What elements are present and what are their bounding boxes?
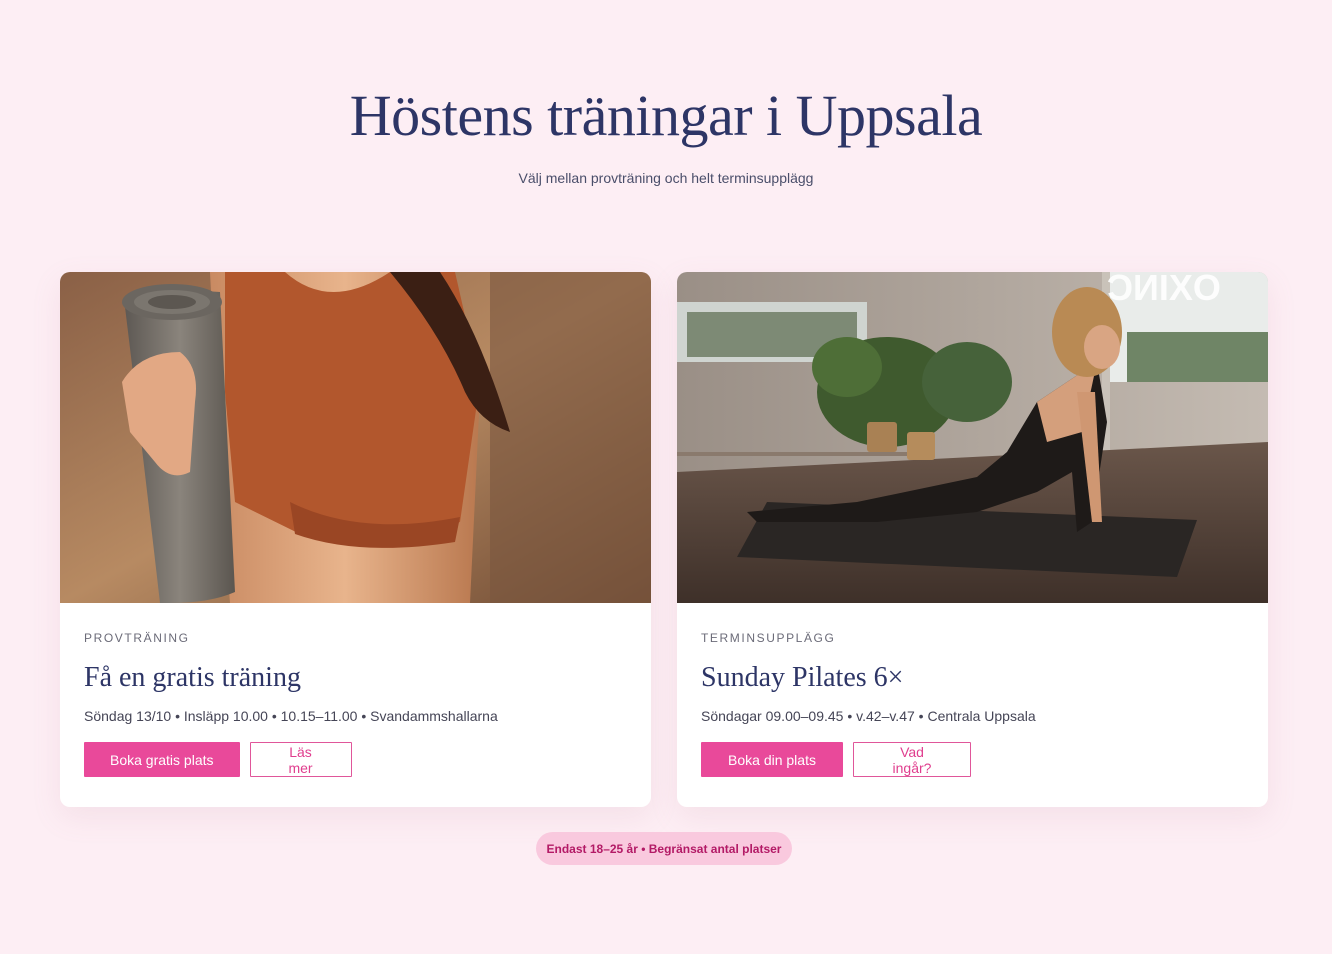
card-meta: Söndag 13/10 • Insläpp 10.00 • 10.15–11.…: [84, 708, 498, 724]
card-title: Få en gratis träning: [84, 662, 301, 693]
card-eyebrow: TERMINSUPPLÄGG: [701, 631, 836, 645]
card-actions: Boka din plats Vad ingår?: [701, 742, 1244, 777]
whats-included-button[interactable]: Vad ingår?: [853, 742, 971, 777]
page-subtitle: Välj mellan provträning och helt termins…: [518, 170, 814, 186]
card-eyebrow: PROVTRÄNING: [84, 631, 190, 645]
card-actions: Boka gratis plats Läs mer: [84, 742, 627, 777]
card-body: PROVTRÄNING Få en gratis träning Söndag …: [84, 603, 627, 777]
book-free-spot-button[interactable]: Boka gratis plats: [84, 742, 240, 777]
yoga-mat-photo: [60, 272, 651, 603]
card-title: Sunday Pilates 6×: [701, 662, 904, 693]
term-card: ƆИIXO TERMINSUPPLÄGG Sunday Pilates 6× S…: [677, 272, 1268, 807]
svg-text:ƆИIXO: ƆИIXO: [1107, 272, 1221, 308]
page-title: Höstens träningar i Uppsala: [349, 83, 983, 148]
card-body: TERMINSUPPLÄGG Sunday Pilates 6× Söndaga…: [701, 603, 1244, 777]
card-meta: Söndagar 09.00–09.45 • v.42–v.47 • Centr…: [701, 708, 1036, 724]
read-more-button[interactable]: Läs mer: [249, 742, 352, 777]
age-limit-badge: Endast 18–25 år • Begränsat antal platse…: [536, 832, 792, 865]
book-your-spot-button[interactable]: Boka din plats: [701, 742, 843, 777]
page: Höstens träningar i Uppsala Välj mellan …: [0, 0, 1332, 954]
trial-card: PROVTRÄNING Få en gratis träning Söndag …: [60, 272, 651, 807]
pilates-studio-photo: ƆИIXO: [677, 272, 1268, 603]
